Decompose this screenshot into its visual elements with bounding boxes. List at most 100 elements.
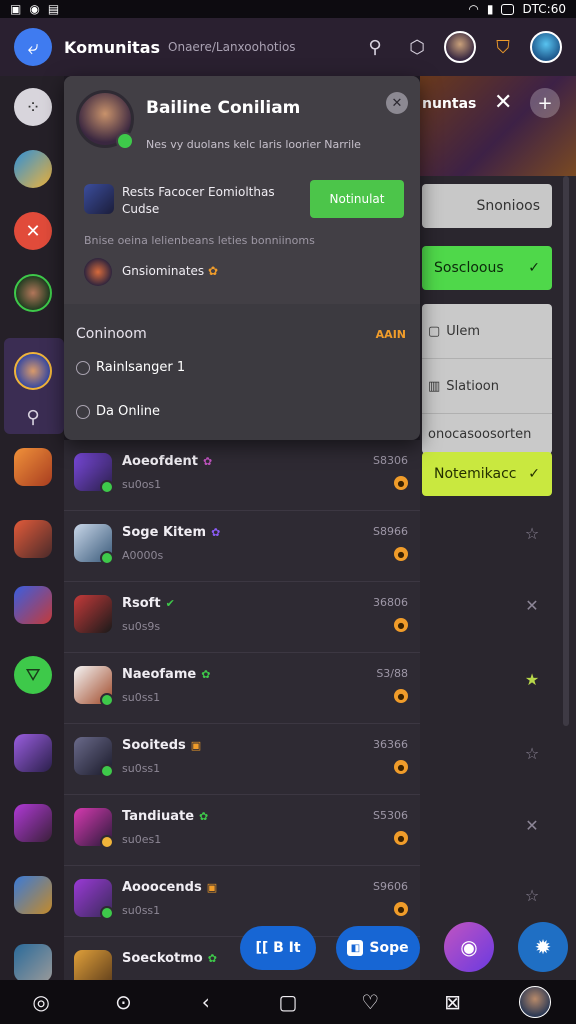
online-badge xyxy=(100,906,114,920)
rail-home[interactable]: ⁘ xyxy=(14,88,52,126)
nav-heart[interactable]: ♡ xyxy=(350,982,390,1022)
nav-logo[interactable]: ◎ xyxy=(21,982,61,1022)
rail-server-10[interactable] xyxy=(14,876,52,914)
check-icon: ✓ xyxy=(528,260,540,276)
battery-icon xyxy=(501,3,515,15)
right-lime-button[interactable]: Notemikacc ✓ xyxy=(422,452,552,496)
grid-icon: ▥ xyxy=(428,378,441,394)
row-name: Soeckotmo ✿ xyxy=(122,951,217,966)
online-badge xyxy=(100,693,114,707)
back-button[interactable]: ⤶ xyxy=(14,28,52,66)
status-dot: ● xyxy=(394,902,408,916)
star-icon[interactable]: ★ xyxy=(520,670,544,689)
join-button-label: Notinulat xyxy=(329,192,385,206)
search-button[interactable]: ⚲ xyxy=(360,32,390,62)
row-sub: A0000s xyxy=(122,549,164,562)
nav-inbox[interactable]: ⊠ xyxy=(433,982,473,1022)
popup-item-role[interactable]: Rainlsanger 1 xyxy=(76,360,185,375)
sim-icon: ▤ xyxy=(47,2,60,16)
fab-pill-left-label: [[ B It xyxy=(255,940,301,956)
badge-button[interactable]: ⛉ xyxy=(488,32,518,62)
tag-icon: ✿ xyxy=(203,455,213,468)
nav-back[interactable]: ‹ xyxy=(186,982,226,1022)
fab-camera[interactable]: ◉ xyxy=(444,922,494,972)
popup-section-action[interactable]: AAIN xyxy=(376,328,406,341)
discover-icon: ⬡ xyxy=(409,36,425,58)
search-bubble-icon: ⚲ xyxy=(26,406,40,428)
online-badge xyxy=(100,551,114,565)
rail-server-11[interactable] xyxy=(14,944,52,982)
list-item[interactable]: Rsoft ✔ su0s9s 36806 ● xyxy=(64,582,420,653)
rail-server-4[interactable] xyxy=(14,448,52,486)
signal-icon: ▮ xyxy=(486,2,494,16)
discover-button[interactable]: ⬡ xyxy=(402,32,432,62)
grid-icon: ⁘ xyxy=(25,96,41,118)
fab-pill-right-label: Sope xyxy=(369,940,409,956)
rail-server-6[interactable] xyxy=(14,586,52,624)
plus-icon: + xyxy=(537,92,553,114)
popup-item-online[interactable]: Da Online xyxy=(76,404,160,419)
online-badge xyxy=(100,764,114,778)
avatar xyxy=(518,986,551,1018)
rail-server-3[interactable] xyxy=(14,274,52,312)
member-list: Aoeofdent ✿ su0os1 S8306 ● Soge Kitem ✿ A0… xyxy=(64,440,420,988)
row-sub: su0os1 xyxy=(122,478,162,491)
right-gray-button[interactable]: Snonioos xyxy=(422,184,552,228)
profile-avatar[interactable] xyxy=(530,31,562,63)
right-menu-label: onocasoosorten xyxy=(428,426,532,442)
shield-icon: ⛉ xyxy=(496,36,510,58)
list-item[interactable]: Tandiuate ✿ su0es1 S5306 ● xyxy=(64,795,420,866)
row-sub: su0ss1 xyxy=(122,904,161,917)
list-item[interactable]: Aoeofdent ✿ su0os1 S8306 ● xyxy=(64,440,420,511)
star-icon[interactable]: ☆ xyxy=(520,524,544,543)
home-icon: ⊙ xyxy=(115,990,132,1014)
rail-server-1[interactable] xyxy=(14,150,52,188)
rail-server-8[interactable] xyxy=(14,734,52,772)
right-green-button[interactable]: Soscloous ✓ xyxy=(422,246,552,290)
row-time: S8966 xyxy=(373,525,408,538)
right-menu-item[interactable]: onocasoosorten xyxy=(422,414,552,454)
status-dot: ● xyxy=(394,547,408,561)
member-name[interactable]: Gnsiominates ✿ xyxy=(122,264,218,278)
user-avatar[interactable] xyxy=(444,31,476,63)
wifi-icon: ◠ xyxy=(468,2,479,16)
chat-icon: ◧ xyxy=(347,940,364,956)
rail-server-7[interactable]: ⛛ xyxy=(14,656,52,694)
scrollbar[interactable] xyxy=(563,176,569,726)
nav-profile[interactable] xyxy=(515,982,555,1022)
list-item[interactable]: Sooiteds ▣ su0ss1 36366 ● xyxy=(64,724,420,795)
list-item[interactable]: Naeofame ✿ su0ss1 S3/88 ● xyxy=(64,653,420,724)
star-icon[interactable]: ✕ xyxy=(520,596,544,615)
tag-icon: ✔ xyxy=(165,597,175,610)
close-icon: ✕ xyxy=(391,95,403,111)
right-menu-item[interactable]: ▢ Ulem xyxy=(422,304,552,359)
popup-item-label: Rainlsanger 1 xyxy=(96,360,186,375)
hero-close-icon[interactable]: ✕ xyxy=(494,90,512,115)
star-icon[interactable]: ✕ xyxy=(520,816,544,835)
nav-overview[interactable]: ▢ xyxy=(268,982,308,1022)
status-dot: ● xyxy=(394,760,408,774)
fab-pill-right[interactable]: ◧ Sope xyxy=(336,926,420,970)
row-name: Sooiteds ▣ xyxy=(122,738,202,753)
rail-server-search[interactable]: ⚲ xyxy=(14,398,52,436)
rail-server-9[interactable] xyxy=(14,804,52,842)
notification-icon: ◉ xyxy=(29,2,40,16)
right-gray-button-label: Snonioos xyxy=(476,198,540,214)
rail-server-2[interactable]: ✕ xyxy=(14,212,52,250)
nav-home[interactable]: ⊙ xyxy=(103,982,143,1022)
star-icon[interactable]: ☆ xyxy=(520,744,544,763)
right-menu-item[interactable]: ▥ Slatioon xyxy=(422,359,552,414)
rail-server-selected[interactable] xyxy=(14,352,52,390)
status-dot: ● xyxy=(394,831,408,845)
join-button[interactable]: Notinulat xyxy=(310,180,404,218)
fab-pill-left[interactable]: [[ B It xyxy=(240,926,316,970)
rail-server-5[interactable] xyxy=(14,520,52,558)
right-green-button-label: Soscloous xyxy=(434,260,504,276)
star-icon[interactable]: ☆ xyxy=(520,886,544,905)
online-badge xyxy=(100,480,114,494)
hero-add-button[interactable]: + xyxy=(530,88,560,118)
row-sub: su0s9s xyxy=(122,620,161,633)
close-button[interactable]: ✕ xyxy=(386,92,408,114)
list-item[interactable]: Soge Kitem ✿ A0000s S8966 ● xyxy=(64,511,420,582)
fab-add[interactable]: ✹ xyxy=(518,922,568,972)
